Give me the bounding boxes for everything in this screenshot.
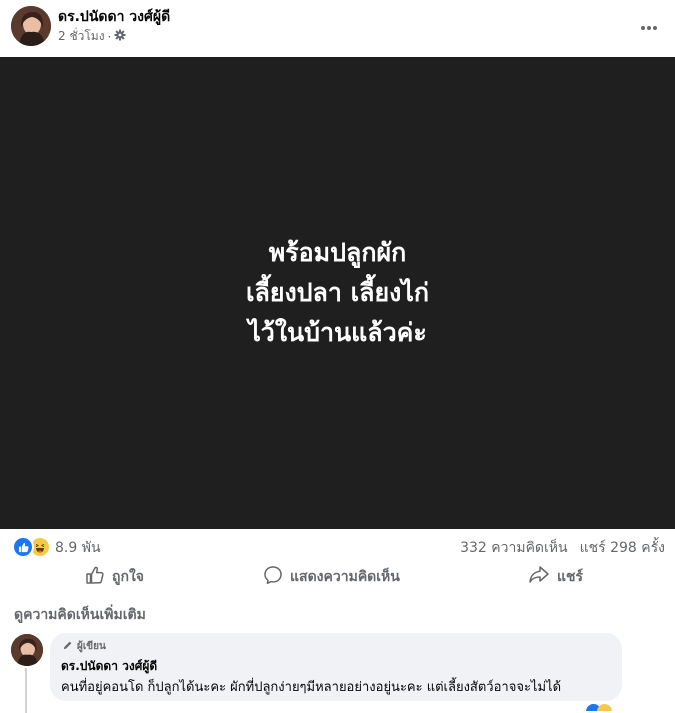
like-label: ถูกใจ bbox=[112, 569, 144, 585]
more-options-button[interactable] bbox=[636, 12, 662, 38]
comment-count[interactable]: 332 ความคิดเห็น bbox=[460, 537, 568, 559]
author-badge-label: ผู้เขียน bbox=[77, 641, 106, 652]
comment-bubble: ผู้เขียน ดร.ปนัดดา วงศ์ผู้ดี คนที่อยู่คอ… bbox=[50, 633, 622, 701]
image-text-line: พร้อมปลูกผัก bbox=[268, 238, 407, 267]
comment-label: แสดงความคิดเห็น bbox=[290, 569, 400, 585]
more-icon bbox=[640, 16, 658, 35]
view-more-comments-link[interactable]: ดูความคิดเห็นเพิ่มเติม bbox=[14, 604, 146, 626]
post-image[interactable]: พร้อมปลูกผัก เลี้ยงปลา เลี้ยงไก่ ไว้ในบ้… bbox=[0, 57, 675, 529]
share-count[interactable]: แชร์ 298 ครั้ง bbox=[580, 537, 665, 559]
reaction-icons[interactable] bbox=[12, 536, 51, 558]
post-header: ดร.ปนัดดา วงศ์ผู้ดี 2 ชั่วโมง · bbox=[0, 0, 675, 56]
post-image-text: พร้อมปลูกผัก เลี้ยงปลา เลี้ยงไก่ ไว้ในบ้… bbox=[246, 233, 429, 353]
comment-author[interactable]: ดร.ปนัดดา วงศ์ผู้ดี bbox=[61, 657, 157, 676]
share-label: แชร์ bbox=[557, 569, 584, 585]
thumbs-up-icon bbox=[85, 565, 105, 589]
haha-icon bbox=[597, 704, 612, 711]
post-timestamp[interactable]: 2 ชั่วโมง bbox=[58, 27, 105, 46]
author-avatar[interactable] bbox=[11, 6, 51, 46]
stats-right: 332 ความคิดเห็น แชร์ 298 ครั้ง bbox=[460, 537, 665, 559]
image-text-line: ไว้ในบ้านแล้วค่ะ bbox=[248, 318, 427, 347]
gear-icon bbox=[114, 29, 126, 44]
comment-text: คนที่อยู่คอนโด ก็ปลูกได้นะคะ ผักที่ปลูกง… bbox=[61, 680, 562, 695]
post-stats: 8.9 พัน 332 ความคิดเห็น แชร์ 298 ครั้ง bbox=[0, 534, 675, 558]
image-text-line: เลี้ยงปลา เลี้ยงไก่ bbox=[245, 278, 430, 307]
author-badge: ผู้เขียน bbox=[62, 639, 106, 654]
comment-bubble-icon bbox=[263, 565, 283, 589]
share-arrow-icon bbox=[528, 565, 550, 589]
next-row-partial bbox=[0, 703, 675, 711]
like-icon bbox=[12, 536, 34, 558]
author-name[interactable]: ดร.ปนัดดา วงศ์ผู้ดี bbox=[58, 6, 170, 28]
comment-avatar[interactable] bbox=[11, 634, 43, 666]
like-button[interactable]: ถูกใจ bbox=[85, 562, 144, 592]
comment-reactions[interactable] bbox=[586, 704, 612, 711]
comment-button[interactable]: แสดงความคิดเห็น bbox=[263, 562, 400, 592]
post-meta: 2 ชั่วโมง · bbox=[58, 27, 126, 46]
meta-separator: · bbox=[107, 29, 112, 44]
post-actions: ถูกใจ แสดงความคิดเห็น แชร์ bbox=[0, 562, 675, 592]
pencil-icon bbox=[62, 640, 73, 654]
share-button[interactable]: แชร์ bbox=[528, 562, 583, 592]
reaction-count[interactable]: 8.9 พัน bbox=[55, 537, 101, 559]
